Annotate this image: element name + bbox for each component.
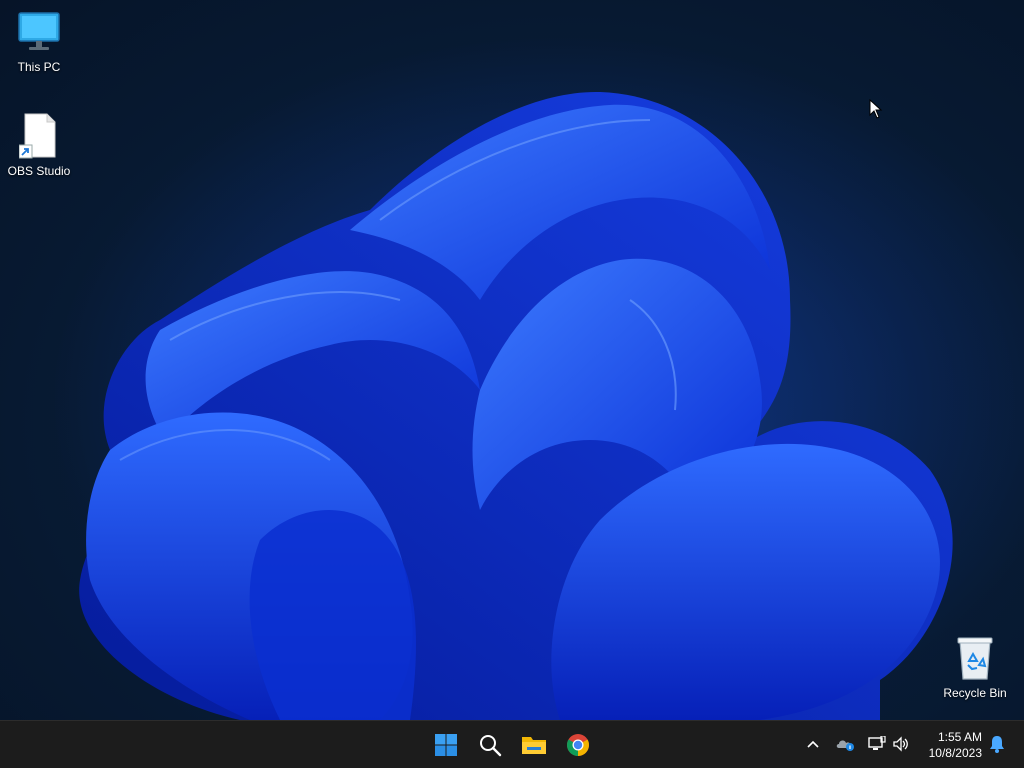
windows-start-icon bbox=[435, 734, 457, 756]
desktop-icon-this-pc[interactable]: This PC bbox=[1, 8, 77, 74]
search-button[interactable] bbox=[470, 725, 510, 765]
desktop-icon-label: Recycle Bin bbox=[943, 686, 1007, 700]
mouse-cursor-icon bbox=[869, 99, 883, 119]
recycle-bin-icon bbox=[951, 634, 999, 682]
file-shortcut-icon bbox=[15, 112, 63, 160]
clock-time: 1:55 AM bbox=[937, 730, 982, 744]
volume-icon bbox=[893, 736, 908, 752]
taskbar-clock[interactable]: 1:55 AM 10/8/2023 bbox=[929, 729, 982, 761]
chevron-up-icon bbox=[807, 740, 819, 748]
chrome-icon bbox=[567, 734, 589, 756]
taskbar: 1:55 AM 10/8/2023 bbox=[0, 720, 1024, 768]
desktop-icon-obs-studio[interactable]: OBS Studio bbox=[1, 112, 77, 178]
folder-icon bbox=[522, 737, 546, 754]
desktop-icon-label: This PC bbox=[17, 60, 61, 74]
monitor-icon bbox=[15, 8, 63, 56]
desktop-icon-recycle-bin[interactable]: Recycle Bin bbox=[937, 634, 1013, 700]
volume-tray-button[interactable] bbox=[890, 733, 912, 755]
start-button[interactable] bbox=[426, 725, 466, 765]
onedrive-icon bbox=[836, 740, 854, 751]
search-icon bbox=[480, 735, 502, 757]
clock-date: 10/8/2023 bbox=[928, 746, 982, 760]
notifications-button[interactable] bbox=[986, 733, 1008, 755]
network-icon bbox=[868, 736, 886, 750]
notification-bell-icon bbox=[990, 736, 1004, 753]
onedrive-tray-button[interactable] bbox=[834, 733, 856, 755]
show-hidden-icons-button[interactable] bbox=[802, 733, 824, 755]
file-explorer-button[interactable] bbox=[514, 725, 554, 765]
network-tray-button[interactable] bbox=[866, 733, 888, 755]
chrome-button[interactable] bbox=[558, 725, 598, 765]
desktop-icon-label: OBS Studio bbox=[7, 164, 71, 178]
